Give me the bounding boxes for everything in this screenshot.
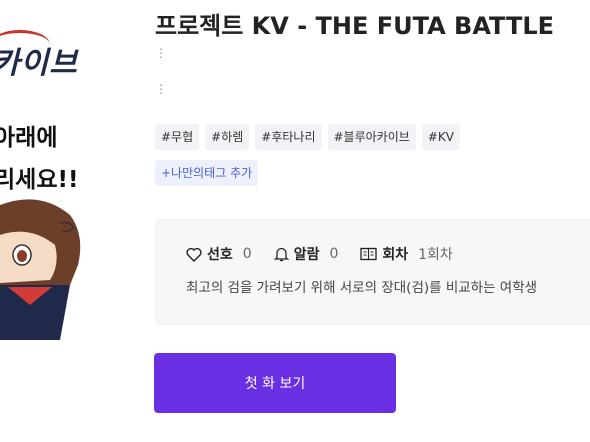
- episodes-info: 회차 1회차: [360, 244, 453, 264]
- work-meta-line1: ⋮: [155, 46, 167, 60]
- tag-item[interactable]: #무협: [155, 124, 200, 150]
- add-my-tag-button[interactable]: +나만의태그 추가: [155, 160, 259, 186]
- cover-logo: 카이브: [0, 46, 78, 81]
- work-meta-line2: ⋮: [155, 82, 167, 96]
- alarm-count: 0: [329, 246, 339, 262]
- alarm-button[interactable]: 알람 0: [273, 244, 339, 264]
- tag-item[interactable]: #블루아카이브: [327, 124, 416, 150]
- cover-text-line2: 리세요!!: [0, 167, 79, 193]
- work-description: 최고의 검을 가려보기 위해 서로의 장대(검)를 비교하는 여학생: [186, 280, 538, 296]
- cover-image[interactable]: 카이브 아래에 리세요!!: [0, 0, 128, 340]
- tag-list: #무협 #하렘 #후타나리 #블루아카이브 #KV: [155, 124, 460, 150]
- book-icon: [360, 247, 378, 261]
- heart-icon: [186, 247, 202, 262]
- work-info-panel: 선호 0 알람 0 회차 1회차 최고의 검을 가려보기 위해 서로의 장대(검…: [155, 219, 590, 325]
- favorite-count: 0: [242, 246, 252, 262]
- alarm-label: 알람: [293, 247, 320, 263]
- work-title: 프로젝트 KV - THE FUTA BATTLE: [155, 12, 555, 40]
- episodes-count: 1회차: [418, 247, 453, 263]
- favorite-label: 선호: [207, 247, 233, 263]
- tag-item[interactable]: #후타나리: [255, 124, 322, 150]
- favorite-button[interactable]: 선호 0: [186, 244, 252, 264]
- tag-item[interactable]: #KV: [421, 124, 460, 150]
- cover-text-line1: 아래에: [0, 125, 58, 151]
- stats-row: 선호 0 알람 0 회차 1회차: [186, 244, 475, 264]
- bell-icon: [273, 247, 289, 262]
- cover-character-art: [0, 199, 81, 340]
- first-episode-button[interactable]: 첫 화 보기: [154, 353, 396, 413]
- tag-item[interactable]: #하렘: [205, 124, 250, 150]
- episodes-label: 회차: [382, 247, 409, 263]
